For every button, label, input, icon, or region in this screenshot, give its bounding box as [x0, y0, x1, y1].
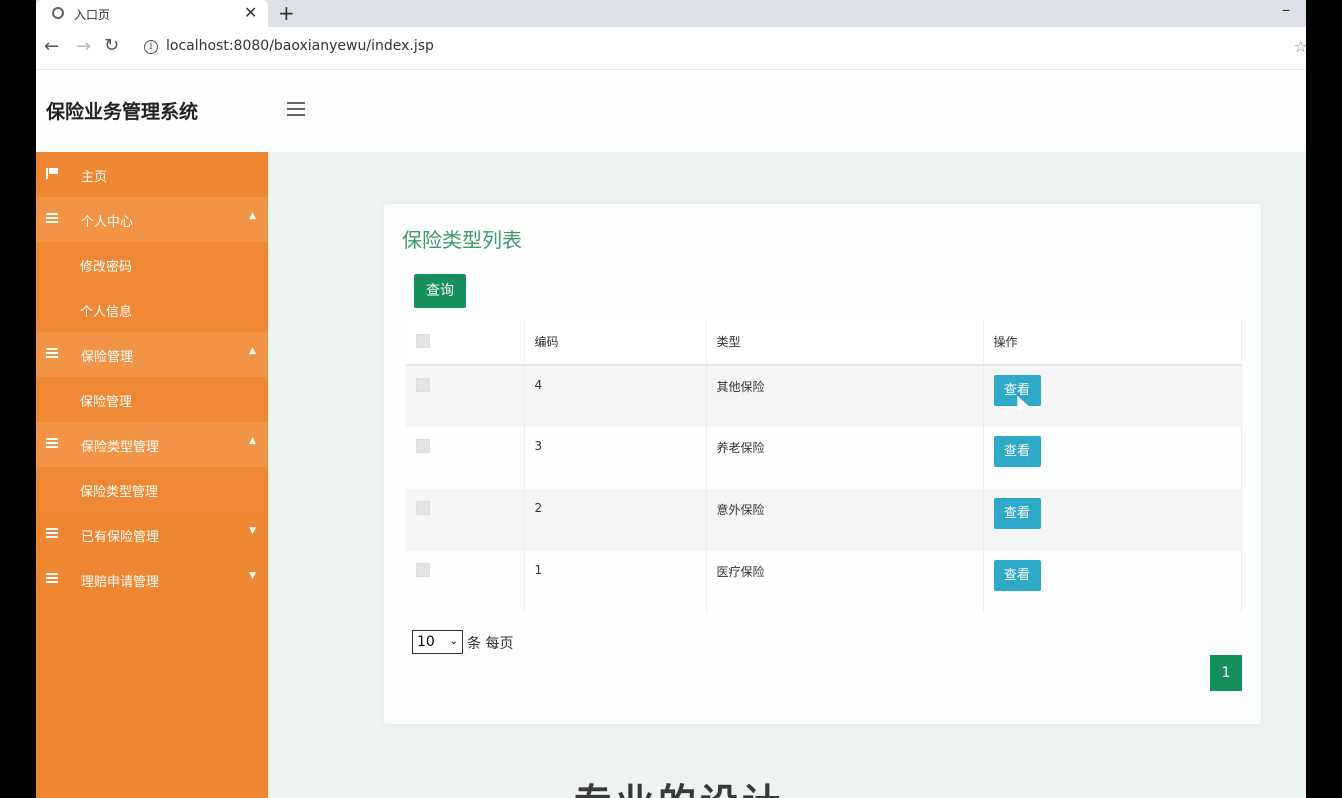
row-checkbox[interactable]	[416, 439, 430, 453]
back-arrow-icon[interactable]: ←	[44, 36, 59, 57]
tab-bar: 入口页 ✕ + –	[36, 0, 1306, 27]
footer-heading: 专业的设计	[574, 772, 784, 798]
list-icon	[46, 213, 58, 224]
sidebar-item-insurance-type-management-sub[interactable]: 保险类型管理	[36, 467, 268, 512]
browser-window: 入口页 ✕ + – ← → ↻ i localhost:8080/baoxian…	[36, 0, 1306, 798]
cell-id: 3	[524, 427, 707, 489]
cell-type: 其他保险	[706, 365, 984, 427]
caret-up-icon: ▲	[249, 436, 256, 446]
page-number-button[interactable]: 1	[1210, 655, 1242, 691]
column-header: 编码	[524, 319, 707, 366]
list-icon	[46, 348, 58, 359]
view-button[interactable]: 查看	[993, 436, 1041, 467]
app-title: 保险业务管理系统	[46, 101, 199, 123]
sidebar-item-personal-center[interactable]: 个人中心 ▲	[36, 197, 268, 242]
page-title: 保险类型列表	[402, 228, 522, 252]
caret-up-icon: ▲	[249, 346, 256, 356]
sidebar-item-label: 已有保险管理	[81, 530, 160, 545]
menu-toggle-icon[interactable]	[287, 102, 305, 116]
table-row: 1 医疗保险 查看	[406, 551, 1242, 613]
sidebar-item-label: 个人信息	[80, 305, 133, 320]
sidebar-item-existing-insurance[interactable]: 已有保险管理 ▼	[36, 512, 268, 557]
table-row: 3 养老保险 查看	[406, 427, 1242, 489]
caret-up-icon: ▲	[249, 211, 256, 221]
select-all-checkbox[interactable]	[416, 334, 430, 348]
globe-icon	[52, 7, 64, 19]
cell-id: 2	[524, 489, 707, 551]
url-input[interactable]: localhost:8080/baoxianyewu/index.jsp	[166, 38, 434, 54]
sidebar-item-label: 修改密码	[80, 260, 133, 275]
sidebar-item-insurance-management[interactable]: 保险管理 ▲	[36, 332, 268, 377]
sidebar-item-label: 保险管理	[80, 395, 133, 410]
main-content: 保险类型列表 查询 编码 类型 操作 4 其他保险 查看 3 养老保险 查看 2…	[268, 152, 1306, 798]
info-icon[interactable]: i	[144, 40, 158, 54]
page-size-select[interactable]: 10 ⌄	[412, 630, 463, 654]
cell-type: 意外保险	[706, 489, 984, 551]
sidebar-item-change-password[interactable]: 修改密码	[36, 242, 268, 287]
list-card: 保险类型列表 查询 编码 类型 操作 4 其他保险 查看 3 养老保险 查看 2…	[384, 204, 1261, 724]
search-button[interactable]: 查询	[414, 274, 466, 308]
insurance-type-table: 编码 类型 操作 4 其他保险 查看 3 养老保险 查看 2 意外保险 查看 1…	[406, 319, 1242, 613]
sidebar-item-insurance-management-sub[interactable]: 保险管理	[36, 377, 268, 422]
sidebar: 主页 个人中心 ▲ 修改密码 个人信息 保险管理 ▲ 保险管理 保险类型管理 ▲…	[36, 152, 268, 798]
row-checkbox[interactable]	[416, 501, 430, 515]
column-header: 类型	[706, 319, 984, 366]
reload-icon[interactable]: ↻	[104, 35, 119, 56]
caret-down-icon: ▼	[249, 571, 256, 581]
cell-id: 4	[524, 365, 707, 427]
sidebar-item-claims[interactable]: 理赔申请管理 ▼	[36, 557, 268, 602]
list-icon	[46, 438, 58, 449]
select-all-header	[406, 319, 525, 366]
close-icon[interactable]: ✕	[244, 3, 257, 22]
sidebar-item-label: 保险类型管理	[80, 485, 159, 500]
address-bar: ← → ↻ i localhost:8080/baoxianyewu/index…	[36, 27, 1306, 70]
cell-type: 医疗保险	[706, 551, 984, 613]
table-row: 4 其他保险 查看	[406, 365, 1242, 427]
tab-title: 入口页	[74, 8, 111, 22]
cell-type: 养老保险	[706, 427, 984, 489]
table-row: 2 意外保险 查看	[406, 489, 1242, 551]
bookmark-star-icon[interactable]: ☆	[1294, 37, 1306, 56]
view-button[interactable]: 查看	[993, 560, 1041, 591]
minimize-icon[interactable]: –	[1282, 0, 1290, 19]
cell-id: 1	[524, 551, 707, 613]
sidebar-item-label: 理赔申请管理	[81, 575, 160, 590]
flag-icon	[46, 168, 58, 179]
view-button[interactable]: 查看	[993, 498, 1041, 529]
row-checkbox[interactable]	[416, 378, 430, 392]
caret-down-icon: ▼	[249, 526, 256, 536]
sidebar-item-personal-info[interactable]: 个人信息	[36, 287, 268, 332]
sidebar-item-label: 个人中心	[81, 215, 134, 230]
page-size-label: 条 每页	[467, 636, 514, 652]
list-icon	[46, 573, 58, 584]
column-header: 操作	[983, 319, 1242, 366]
forward-arrow-icon[interactable]: →	[76, 36, 91, 57]
page-size-value: 10	[417, 634, 435, 650]
new-tab-icon[interactable]: +	[278, 1, 295, 25]
sidebar-item-label: 保险管理	[81, 350, 134, 365]
list-icon	[46, 528, 58, 539]
sidebar-item-label: 主页	[81, 170, 108, 185]
row-checkbox[interactable]	[416, 563, 430, 577]
sidebar-item-insurance-type-management[interactable]: 保险类型管理 ▲	[36, 422, 268, 467]
browser-tab[interactable]: 入口页 ✕	[36, 0, 268, 27]
sidebar-item-home[interactable]: 主页	[36, 152, 268, 197]
chevron-down-icon: ⌄	[449, 636, 458, 647]
app-header: 保险业务管理系统	[36, 70, 1306, 152]
sidebar-item-label: 保险类型管理	[81, 440, 160, 455]
